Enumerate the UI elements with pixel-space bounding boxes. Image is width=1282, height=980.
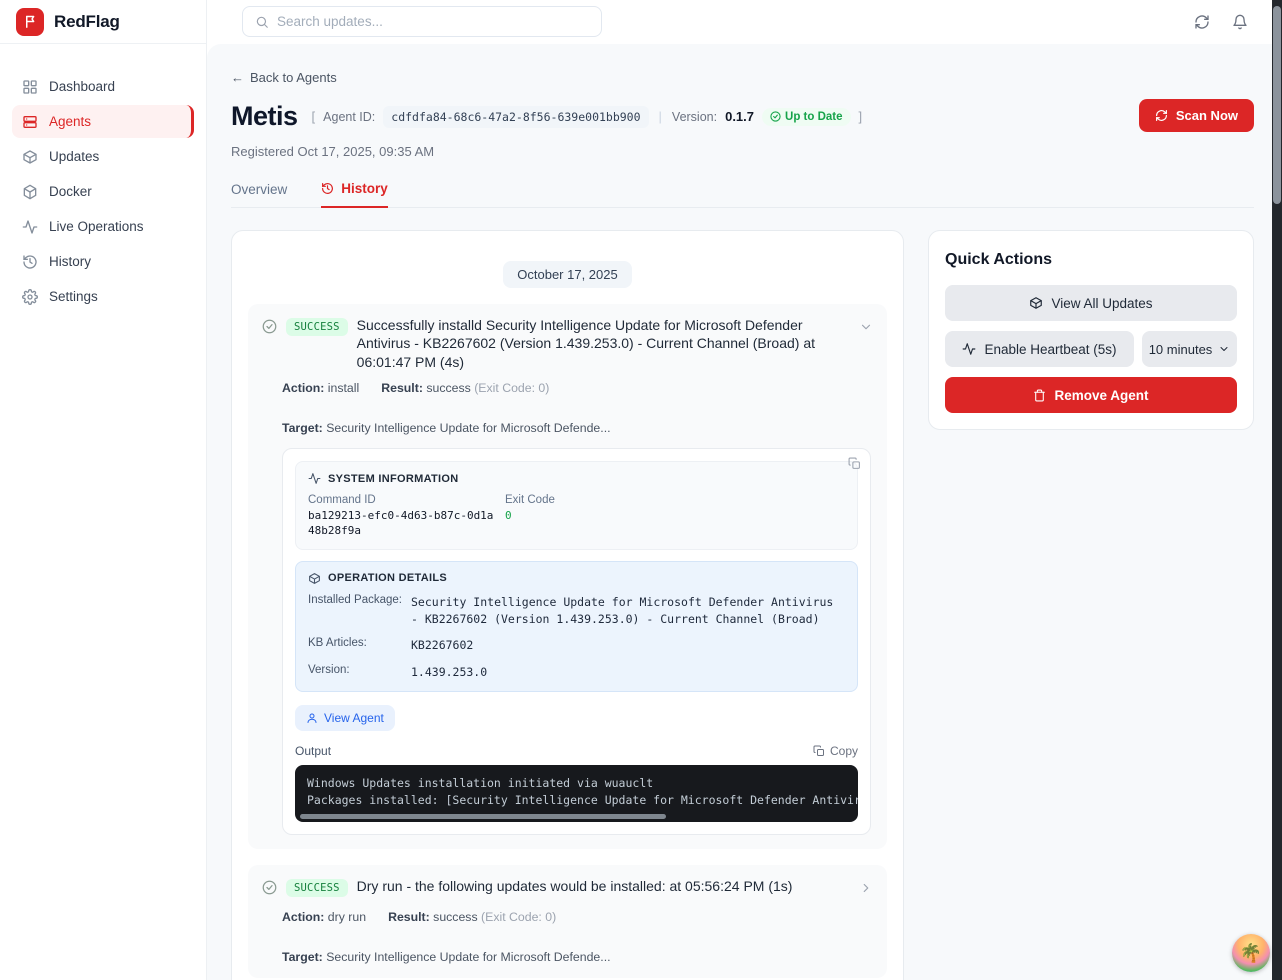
sidebar-item-history[interactable]: History bbox=[12, 245, 194, 278]
activity-icon bbox=[308, 472, 321, 485]
refresh-icon bbox=[1155, 109, 1168, 122]
installed-package-value: Security Intelligence Update for Microso… bbox=[411, 594, 845, 629]
activity-icon bbox=[22, 219, 38, 235]
gear-icon bbox=[22, 289, 38, 305]
island-widget-icon[interactable]: 🌴 bbox=[1232, 934, 1270, 972]
quick-actions-card: Quick Actions View All Updates Enable He… bbox=[928, 230, 1254, 430]
chevron-right-icon[interactable] bbox=[859, 881, 873, 900]
entry-title: Successfully installd Security Intellige… bbox=[357, 316, 850, 371]
status-badge: SUCCESS bbox=[286, 879, 348, 897]
sidebar-item-label: Agents bbox=[49, 114, 91, 129]
sidebar-item-label: Dashboard bbox=[49, 79, 115, 94]
system-information-title: SYSTEM INFORMATION bbox=[328, 473, 458, 485]
package-icon bbox=[308, 572, 321, 585]
kb-articles-value: KB2267602 bbox=[411, 637, 473, 654]
sidebar-item-settings[interactable]: Settings bbox=[12, 280, 194, 313]
chevron-down-icon bbox=[1218, 343, 1230, 355]
success-check-icon bbox=[262, 319, 277, 334]
sidebar-item-updates[interactable]: Updates bbox=[12, 140, 194, 173]
topbar bbox=[207, 0, 1272, 44]
main-surface: ← Back to Agents Metis [ Agent ID: cdfdf… bbox=[207, 44, 1272, 980]
timeline-entry-dry-run[interactable]: SUCCESS Dry run - the following updates … bbox=[248, 865, 887, 979]
exit-code-value: 0 bbox=[505, 509, 555, 524]
entry-title: Dry run - the following updates would be… bbox=[357, 877, 850, 895]
trash-icon bbox=[1033, 389, 1046, 402]
quick-actions-title: Quick Actions bbox=[945, 251, 1237, 269]
copy-icon[interactable] bbox=[848, 457, 861, 475]
view-all-updates-button[interactable]: View All Updates bbox=[945, 285, 1237, 321]
sidebar-item-dashboard[interactable]: Dashboard bbox=[12, 70, 194, 103]
chevron-down-icon[interactable] bbox=[859, 320, 873, 339]
updates-icon bbox=[22, 149, 38, 165]
up-to-date-badge: Up to Date bbox=[762, 108, 851, 126]
package-icon bbox=[1029, 296, 1043, 310]
sidebar-item-label: History bbox=[49, 254, 91, 269]
page-title: Metis bbox=[231, 101, 298, 132]
entry-detail-panel: SYSTEM INFORMATION Command ID ba129213-e… bbox=[282, 448, 871, 835]
history-timeline-card: October 17, 2025 SUCCESS Successfully in… bbox=[231, 230, 904, 980]
refresh-icon[interactable] bbox=[1194, 14, 1210, 30]
output-terminal: Windows Updates installation initiated v… bbox=[295, 765, 858, 822]
date-pill: October 17, 2025 bbox=[503, 261, 631, 288]
check-circle-icon bbox=[770, 111, 781, 122]
page-scrollbar[interactable] bbox=[1272, 0, 1282, 980]
version-value: 0.1.7 bbox=[725, 109, 754, 124]
dashboard-icon bbox=[22, 79, 38, 95]
sidebar-item-docker[interactable]: Docker bbox=[12, 175, 194, 208]
redflag-logo-icon bbox=[16, 8, 44, 36]
enable-heartbeat-button[interactable]: Enable Heartbeat (5s) bbox=[945, 331, 1134, 367]
status-badge: SUCCESS bbox=[286, 318, 348, 336]
sidebar-item-label: Updates bbox=[49, 149, 99, 164]
history-clock-icon bbox=[22, 254, 38, 270]
copy-output-button[interactable]: Copy bbox=[813, 744, 858, 758]
scan-now-button[interactable]: Scan Now bbox=[1139, 99, 1254, 132]
command-id-value: ba129213-efc0-4d63-b87c-0d1a48b28f9a bbox=[308, 509, 496, 539]
agent-header: Metis [ Agent ID: cdfdfa84-68c6-47a2-8f5… bbox=[231, 101, 1254, 132]
back-arrow-icon: ← bbox=[231, 70, 244, 85]
operation-details-box: OPERATION DETAILS Installed Package: Sec… bbox=[295, 561, 858, 692]
copy-icon bbox=[813, 745, 825, 757]
terminal-hscrollbar[interactable] bbox=[300, 814, 666, 819]
version-value: 1.439.253.0 bbox=[411, 664, 487, 681]
brand: RedFlag bbox=[0, 0, 206, 44]
heartbeat-interval-dropdown[interactable]: 10 minutes bbox=[1142, 331, 1237, 367]
success-check-icon bbox=[262, 880, 277, 895]
brand-name: RedFlag bbox=[54, 12, 120, 32]
version-label: Version: bbox=[672, 110, 717, 124]
tab-overview[interactable]: Overview bbox=[231, 181, 287, 207]
search-icon bbox=[255, 15, 269, 29]
agents-icon bbox=[22, 114, 38, 130]
back-to-agents-link[interactable]: ← Back to Agents bbox=[231, 70, 337, 85]
sidebar-item-label: Live Operations bbox=[49, 219, 144, 234]
remove-agent-button[interactable]: Remove Agent bbox=[945, 377, 1237, 413]
person-icon bbox=[306, 712, 318, 724]
tab-bar: Overview History bbox=[231, 181, 1254, 208]
agent-id-label: Agent ID: bbox=[323, 110, 375, 124]
timeline-entry-install[interactable]: SUCCESS Successfully installd Security I… bbox=[248, 304, 887, 849]
page-scrollbar-thumb[interactable] bbox=[1273, 6, 1281, 204]
sidebar: RedFlag Dashboard Agents Updates Docker … bbox=[0, 0, 207, 980]
sidebar-item-live-operations[interactable]: Live Operations bbox=[12, 210, 194, 243]
history-clock-icon bbox=[321, 182, 334, 195]
tab-history[interactable]: History bbox=[321, 181, 388, 208]
search-input[interactable] bbox=[277, 14, 589, 29]
activity-icon bbox=[962, 342, 976, 356]
registered-date: Registered Oct 17, 2025, 09:35 AM bbox=[231, 144, 1254, 159]
sidebar-item-agents[interactable]: Agents bbox=[12, 105, 194, 138]
sidebar-nav: Dashboard Agents Updates Docker Live Ope… bbox=[0, 44, 206, 313]
agent-id-chip: cdfdfa84-68c6-47a2-8f56-639e001bb900 bbox=[383, 106, 648, 128]
output-label: Output bbox=[295, 744, 331, 758]
docker-icon bbox=[22, 184, 38, 200]
search-box[interactable] bbox=[242, 6, 602, 37]
system-information-box: SYSTEM INFORMATION Command ID ba129213-e… bbox=[295, 461, 858, 550]
operation-details-title: OPERATION DETAILS bbox=[328, 572, 447, 584]
view-agent-button[interactable]: View Agent bbox=[295, 705, 395, 731]
sidebar-item-label: Docker bbox=[49, 184, 92, 199]
sidebar-item-label: Settings bbox=[49, 289, 98, 304]
bell-icon[interactable] bbox=[1232, 14, 1248, 30]
